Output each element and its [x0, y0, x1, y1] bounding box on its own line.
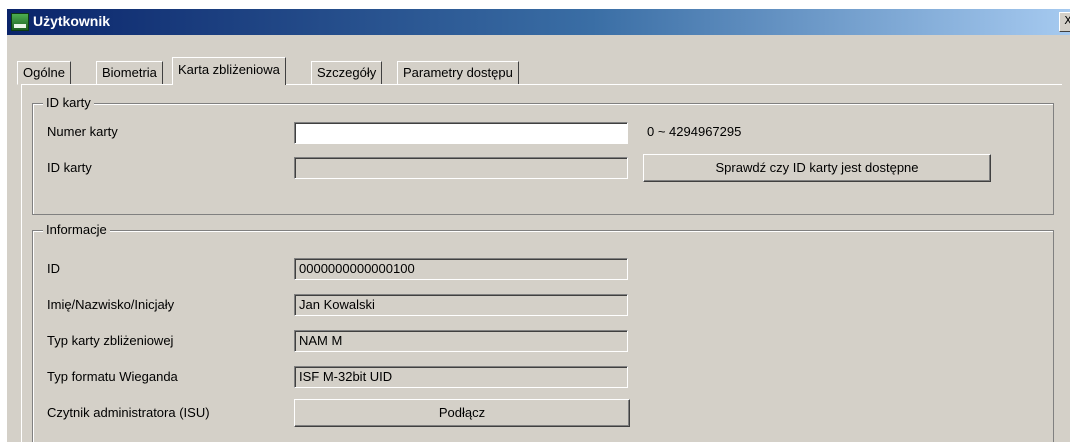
close-button[interactable]: X [1059, 12, 1070, 32]
card-type-label: Typ karty zbliżeniowej [47, 333, 174, 348]
connect-button[interactable]: Podłącz [294, 399, 630, 427]
wiegand-format-label: Typ formatu Wieganda [47, 369, 178, 384]
check-card-id-button[interactable]: Sprawdź czy ID karty jest dostępne [643, 154, 991, 182]
card-id-group: ID karty Numer karty 0 ~ 4294967295 ID k… [32, 95, 1054, 215]
card-number-range: 0 ~ 4294967295 [647, 124, 742, 139]
app-icon [11, 13, 29, 31]
card-type-field: NAM M [294, 330, 628, 352]
tab-panel-proximity-card: ID karty Numer karty 0 ~ 4294967295 ID k… [21, 84, 1062, 442]
title-bar[interactable]: Użytkownik X [7, 9, 1070, 35]
tab-details[interactable]: Szczegóły [311, 61, 383, 85]
tab-proximity-card[interactable]: Karta zbliżeniowa [172, 57, 286, 85]
info-group-legend: Informacje [43, 222, 110, 237]
id-label: ID [47, 261, 60, 276]
tab-general[interactable]: Ogólne [17, 61, 71, 85]
tab-biometrics[interactable]: Biometria [96, 61, 163, 85]
id-field: 0000000000000100 [294, 258, 628, 280]
user-window: Użytkownik X Ogólne Biometria Karta zbli… [6, 8, 1070, 442]
info-group: Informacje ID 0000000000000100 Imię/Nazw… [32, 222, 1054, 442]
card-number-label: Numer karty [47, 124, 118, 139]
card-id-label: ID karty [47, 160, 92, 175]
card-id-group-legend: ID karty [43, 95, 94, 110]
admin-reader-label: Czytnik administratora (ISU) [47, 405, 210, 420]
card-id-field [294, 157, 628, 179]
window-title: Użytkownik [33, 13, 111, 29]
wiegand-format-field: ISF M-32bit UID [294, 366, 628, 388]
name-label: Imię/Nazwisko/Inicjały [47, 297, 175, 312]
card-number-input[interactable] [294, 122, 628, 144]
tab-access-parameters[interactable]: Parametry dostępu [397, 61, 519, 85]
name-field: Jan Kowalski [294, 294, 628, 316]
